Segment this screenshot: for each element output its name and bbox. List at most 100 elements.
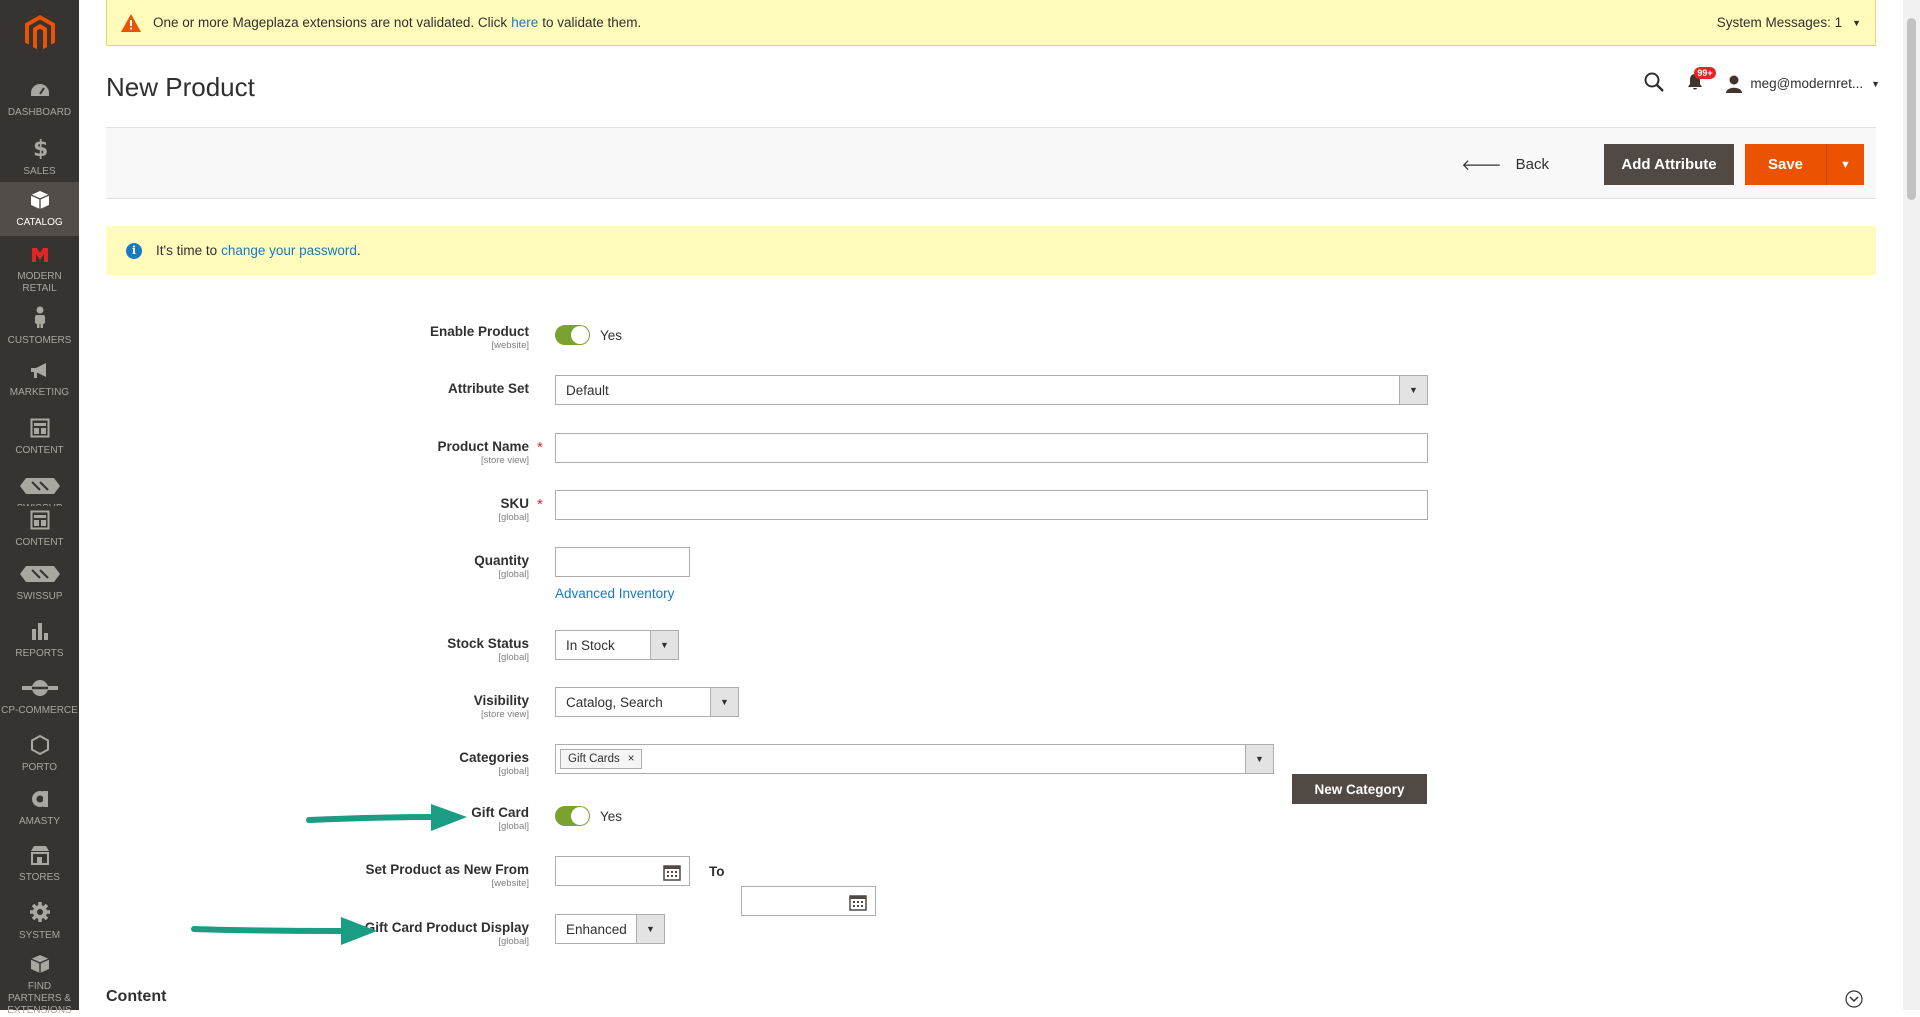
attribute-set-select[interactable]: Default ▼: [555, 375, 1428, 405]
user-icon: [1726, 75, 1743, 93]
field-attribute-set: Attribute Set Default ▼: [0, 375, 1920, 405]
box-icon: [30, 954, 50, 981]
calendar-icon[interactable]: [663, 863, 681, 881]
sidebar-item-dashboard[interactable]: DASHBOARD: [0, 78, 79, 128]
modern-retail-icon: [30, 246, 50, 271]
sku-input[interactable]: [555, 490, 1428, 520]
quantity-input[interactable]: [555, 547, 690, 577]
sidebar-item-amasty[interactable]: AMASTY: [0, 785, 79, 835]
gift-card-label: Gift Card [global]: [471, 805, 529, 832]
chevron-down-icon: ▼: [1245, 745, 1273, 773]
chevron-down-circle-icon[interactable]: [1845, 990, 1863, 1008]
scrollbar-thumb[interactable]: [1907, 18, 1916, 200]
search-icon[interactable]: [1644, 72, 1665, 95]
arrow-left-icon: 🡐: [1461, 157, 1502, 174]
dashboard-icon: [29, 82, 51, 107]
validate-link[interactable]: here: [511, 15, 538, 30]
user-menu[interactable]: meg@modernret... ▼: [1726, 75, 1880, 93]
field-visibility: Visibility [store view] Catalog, Search …: [0, 687, 1920, 720]
gift-card-display-value: Enhanced: [566, 921, 627, 937]
chevron-down-icon: ▼: [1852, 17, 1861, 28]
category-tag-label: Gift Cards: [568, 753, 620, 765]
sidebar-item-catalog[interactable]: CATALOG: [0, 182, 79, 236]
system-messages-toggle[interactable]: System Messages: 1 ▼: [1717, 15, 1861, 30]
chevron-down-icon: ▼: [650, 631, 678, 659]
swissup-icon: [19, 476, 60, 503]
add-attribute-button[interactable]: Add Attribute: [1604, 144, 1734, 185]
date-to-label: To: [709, 864, 725, 879]
sidebar-item-label: CATALOG: [16, 217, 63, 228]
field-new-from: Set Product as New From [website] To: [0, 856, 1920, 916]
sidebar-item-swissup[interactable]: SWISSUP: [0, 472, 79, 506]
chevron-down-icon: ▼: [710, 688, 738, 716]
stock-status-select[interactable]: In Stock ▼: [555, 630, 679, 660]
stock-status-label: Stock Status [global]: [447, 636, 529, 663]
sidebar-item-content[interactable]: CONTENT: [0, 414, 79, 464]
info-icon: i: [126, 242, 142, 259]
advanced-inventory-link[interactable]: Advanced Inventory: [555, 586, 674, 601]
change-password-link[interactable]: change your password: [221, 243, 357, 258]
magento-logo[interactable]: [0, 0, 79, 65]
visibility-select[interactable]: Catalog, Search ▼: [555, 687, 739, 717]
categories-label: Categories [global]: [459, 750, 529, 777]
visibility-label: Visibility [store view]: [473, 693, 529, 720]
swissup-icon: [19, 564, 60, 591]
remove-tag-icon[interactable]: ×: [628, 753, 635, 765]
chevron-down-icon: ▼: [636, 915, 664, 943]
save-button[interactable]: Save: [1745, 144, 1827, 185]
visibility-value: Catalog, Search: [566, 694, 663, 710]
sidebar-item-label: SWISSUP: [16, 591, 63, 602]
gift-card-value: Yes: [600, 808, 623, 824]
field-stock-status: Stock Status [global] In Stock ▼: [0, 630, 1920, 663]
product-name-label: Product Name [store view]: [437, 439, 529, 466]
sidebar-item-modern-retail[interactable]: MODERN RETAIL: [0, 242, 79, 298]
gift-card-display-label: Gift Card Product Display [global]: [364, 920, 529, 947]
save-options-toggle[interactable]: ▼: [1827, 144, 1864, 185]
required-marker: *: [537, 496, 543, 513]
calendar-icon[interactable]: [849, 893, 867, 911]
system-messages-count: System Messages: 1: [1716, 15, 1843, 30]
dollar-icon: $: [32, 137, 48, 166]
back-label: Back: [1515, 156, 1549, 173]
sidebar-item-find-partners-extensions[interactable]: FIND PARTNERS & EXTENSIONS: [0, 950, 79, 1016]
categories-multiselect[interactable]: Gift Cards × ▼: [555, 744, 1274, 774]
new-to-date-input[interactable]: [741, 886, 876, 916]
cube-icon: [30, 190, 50, 217]
page-actions-bar: 🡐 Back Add Attribute Save ▼: [106, 127, 1876, 199]
page-title: New Product: [106, 72, 255, 102]
content-section-title[interactable]: Content: [106, 988, 166, 1006]
back-button[interactable]: 🡐 Back: [1461, 155, 1549, 174]
sidebar-item-label: CONTENT: [15, 537, 64, 548]
save-button-group: Save ▼: [1745, 144, 1864, 185]
required-marker: *: [537, 439, 543, 456]
sidebar-item-label: FIND PARTNERS & EXTENSIONS: [7, 981, 72, 1016]
content-icon: [30, 418, 50, 445]
gift-card-toggle[interactable]: Yes: [555, 806, 622, 826]
quantity-label: Quantity [global]: [474, 553, 529, 580]
stock-status-value: In Stock: [566, 637, 615, 653]
page-scrollbar[interactable]: [1903, 0, 1920, 1010]
sidebar-item-sales[interactable]: $ SALES: [0, 133, 79, 183]
notice-end: .: [356, 243, 361, 258]
gift-card-display-select[interactable]: Enhanced ▼: [555, 914, 665, 944]
sidebar-item-customers[interactable]: CUSTOMERS: [0, 302, 79, 352]
product-name-input[interactable]: [555, 433, 1428, 463]
sidebar-item-content[interactable]: CONTENT: [0, 506, 79, 556]
system-message-text-after: to validate them.: [542, 15, 642, 30]
svg-text:$: $: [33, 137, 48, 159]
new-category-button[interactable]: New Category: [1292, 774, 1427, 804]
sidebar-item-label: AMASTY: [18, 816, 61, 827]
category-tag: Gift Cards ×: [560, 749, 643, 769]
amasty-icon: [30, 789, 50, 816]
enable-product-value: Yes: [600, 327, 623, 343]
annotation-arrow-gift-card: [306, 804, 467, 831]
warning-icon: [121, 13, 141, 32]
notification-count: 99+: [1694, 67, 1716, 79]
new-from-date-input[interactable]: [555, 856, 690, 886]
sidebar-item-label: CONTENT: [15, 445, 64, 456]
system-message-bar: One or more Mageplaza extensions are not…: [106, 0, 1876, 46]
notifications-button[interactable]: 99+: [1686, 67, 1716, 94]
sidebar-item-swissup[interactable]: SWISSUP: [0, 560, 79, 610]
annotation-arrow-gift-card-display: [191, 917, 377, 945]
enable-product-toggle[interactable]: Yes: [555, 325, 622, 345]
